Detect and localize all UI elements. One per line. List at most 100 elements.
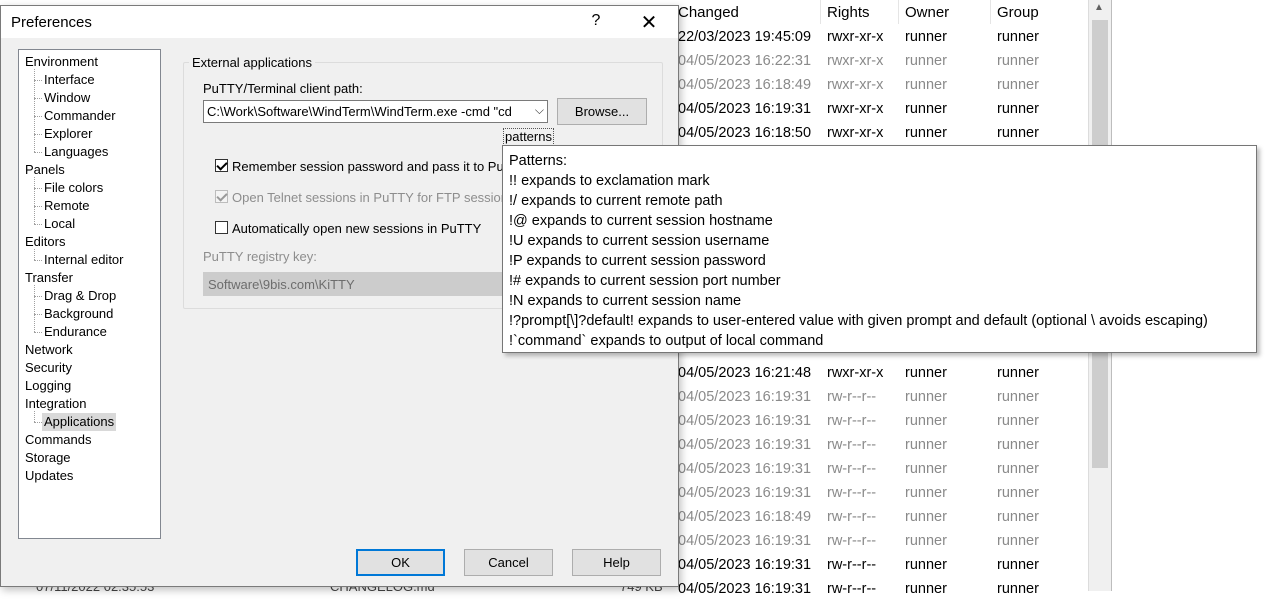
tree-item-transfer[interactable]: Transfer [25,269,73,287]
column-header-owner[interactable]: Owner [905,4,949,21]
row-changed: 04/05/2023 16:19:31 [678,461,812,477]
row-group: runner [997,437,1039,453]
dialog-title: Preferences [11,14,92,31]
table-row[interactable]: 04/05/2023 16:18:49 rw-r--r-- runner runner [672,505,1088,529]
scroll-up-icon[interactable]: ▲ [1094,2,1104,13]
row-owner: runner [905,413,947,429]
telnet-putty-label[interactable]: Open Telnet sessions in PuTTY for FTP se… [232,190,515,205]
table-row[interactable]: 04/05/2023 16:22:31 rwxr-xr-x runner runner [672,49,1088,73]
row-changed: 04/05/2023 16:21:48 [678,365,812,381]
row-owner: runner [905,437,947,453]
tree-item-security[interactable]: Security [25,359,72,377]
tree-item-file-colors[interactable]: File colors [44,179,103,197]
row-rights: rw-r--r-- [827,557,877,573]
tree-item-logging[interactable]: Logging [25,377,71,395]
tree-item-internal-editor[interactable]: Internal editor [44,251,124,269]
row-owner: runner [905,29,947,45]
telnet-putty-checkbox[interactable] [215,190,228,203]
tree-item-storage[interactable]: Storage [25,449,71,467]
table-row[interactable]: 04/05/2023 16:21:48 rwxr-xr-x runner runner [672,361,1088,385]
row-rights: rw-r--r-- [827,533,877,549]
row-changed: 04/05/2023 16:19:31 [678,437,812,453]
putty-path-combobox[interactable]: C:\Work\Software\WindTerm\WindTerm.exe -… [203,100,548,123]
tooltip-pattern-line: !?prompt[\]?default! expands to user-ent… [509,313,1208,329]
column-header-changed[interactable]: Changed [678,4,739,21]
tree-item-commander[interactable]: Commander [44,107,116,125]
tree-item-environment[interactable]: Environment [25,53,98,71]
help-button[interactable]: Help [572,549,661,576]
tree-item-background[interactable]: Background [44,305,113,323]
tree-item-editors[interactable]: Editors [25,233,65,251]
tree-item-remote[interactable]: Remote [44,197,90,215]
remember-password-label[interactable]: Remember session password and pass it to… [232,159,528,174]
row-group: runner [997,53,1039,69]
tree-item-local[interactable]: Local [44,215,75,233]
registry-key-input[interactable]: Software\9bis.com\KiTTY [203,272,513,296]
table-row[interactable]: 04/05/2023 16:19:31 rwxr-xr-x runner runner [672,97,1088,121]
tree-item-updates[interactable]: Updates [25,467,73,485]
row-owner: runner [905,389,947,405]
row-rights: rw-r--r-- [827,581,877,597]
table-row[interactable]: 04/05/2023 16:18:49 rwxr-xr-x runner runner [672,73,1088,97]
remember-password-checkbox[interactable] [215,159,228,172]
tree-item-endurance[interactable]: Endurance [44,323,107,341]
tree-item-applications[interactable]: Applications [42,413,117,431]
context-help-icon[interactable]: ? [586,12,606,30]
cancel-button[interactable]: Cancel [464,549,553,576]
tooltip-pattern-line: !! expands to exclamation mark [509,173,710,189]
tooltip-pattern-line: !U expands to current session username [509,233,770,249]
browse-button[interactable]: Browse... [557,98,647,125]
tree-item-network[interactable]: Network [25,341,73,359]
table-row[interactable]: 04/05/2023 16:19:31 rw-r--r-- runner runner [672,385,1088,409]
row-changed: 04/05/2023 16:19:31 [678,581,812,597]
row-rights: rw-r--r-- [827,509,877,525]
row-changed: 04/05/2023 16:19:31 [678,557,812,573]
row-owner: runner [905,101,947,117]
patterns-link[interactable]: patterns [503,128,554,146]
row-changed: 04/05/2023 16:22:31 [678,53,812,69]
row-group: runner [997,485,1039,501]
row-rights: rw-r--r-- [827,485,877,501]
row-group: runner [997,101,1039,117]
row-group: runner [997,77,1039,93]
table-row[interactable]: 04/05/2023 16:19:31 rw-r--r-- runner runner [672,457,1088,481]
table-row[interactable]: 04/05/2023 16:19:31 rw-r--r-- runner runner [672,433,1088,457]
auto-open-checkbox[interactable] [215,221,228,234]
column-header-rights[interactable]: Rights [827,4,870,21]
row-rights: rw-r--r-- [827,413,877,429]
table-row[interactable]: 04/05/2023 16:18:50 rwxr-xr-x runner runner [672,121,1088,145]
group-title: External applications [189,55,315,70]
patterns-tooltip: Patterns: !! expands to exclamation mark!… [502,145,1257,353]
table-row[interactable]: 04/05/2023 16:19:31 rw-r--r-- runner runner [672,577,1088,601]
tree-item-drag-drop[interactable]: Drag & Drop [44,287,116,305]
ok-button[interactable]: OK [356,549,445,576]
tree-item-languages[interactable]: Languages [44,143,108,161]
close-icon[interactable]: ✕ [637,10,661,35]
tree-item-window[interactable]: Window [44,89,90,107]
column-header-group[interactable]: Group [997,4,1039,21]
table-row[interactable]: 04/05/2023 16:19:31 rw-r--r-- runner runner [672,529,1088,553]
table-row[interactable]: 04/05/2023 16:19:31 rw-r--r-- runner runner [672,481,1088,505]
tree-item-commands[interactable]: Commands [25,431,91,449]
table-row[interactable]: 04/05/2023 16:19:31 rw-r--r-- runner runner [672,409,1088,433]
row-group: runner [997,365,1039,381]
table-row[interactable]: 22/03/2023 19:45:09 rwxr-xr-x runner runner [672,25,1088,49]
row-changed: 04/05/2023 16:18:49 [678,77,812,93]
tooltip-pattern-line: !/ expands to current remote path [509,193,723,209]
preferences-tree[interactable]: Environment Interface Window Commander Explo… [18,49,161,539]
table-row[interactable]: 04/05/2023 16:19:31 rw-r--r-- runner runner [672,553,1088,577]
row-owner: runner [905,533,947,549]
chevron-down-icon[interactable]: ⌵ [535,103,544,118]
tooltip-pattern-line: !P expands to current session password [509,253,766,269]
row-rights: rwxr-xr-x [827,365,884,381]
row-group: runner [997,533,1039,549]
tree-item-interface[interactable]: Interface [44,71,95,89]
row-rights: rwxr-xr-x [827,53,884,69]
row-rights: rwxr-xr-x [827,125,884,141]
tree-item-panels[interactable]: Panels [25,161,65,179]
auto-open-label[interactable]: Automatically open new sessions in PuTTY [232,221,481,236]
tree-item-explorer[interactable]: Explorer [44,125,92,143]
putty-path-value[interactable]: C:\Work\Software\WindTerm\WindTerm.exe -… [207,104,527,119]
row-rights: rw-r--r-- [827,389,877,405]
row-group: runner [997,557,1039,573]
